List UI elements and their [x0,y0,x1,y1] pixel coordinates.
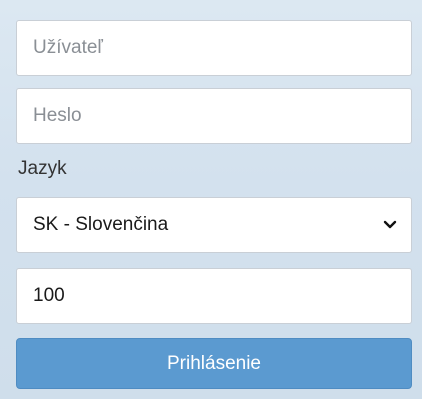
login-button[interactable]: Prihlásenie [16,338,412,389]
username-placeholder: Užívateľ [33,37,103,58]
password-input[interactable]: Heslo [16,88,412,144]
number-value: 100 [33,285,65,306]
language-label: Jazyk [18,158,67,179]
username-input[interactable]: Užívateľ [16,20,412,76]
password-placeholder: Heslo [33,105,82,126]
language-selected-value: SK - Slovenčina [33,214,169,235]
chevron-down-icon [383,220,397,230]
language-select[interactable]: SK - Slovenčina [16,197,412,253]
login-form: Užívateľ Heslo Jazyk SK - Slovenčina 100… [16,20,412,389]
number-input[interactable]: 100 [16,268,412,324]
login-button-label: Prihlásenie [167,352,261,374]
